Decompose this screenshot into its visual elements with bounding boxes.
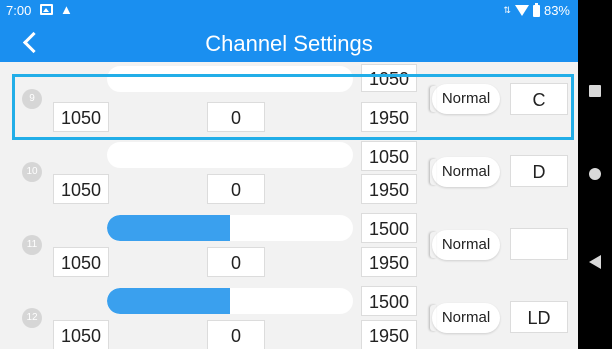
nav-back-icon[interactable] bbox=[589, 255, 601, 269]
channel-row-9: 1050 9 Normal C 1050 0 1950 bbox=[0, 62, 578, 134]
channel-row-11: 1500 11 Normal 1050 0 1950 bbox=[0, 211, 578, 283]
switch-field[interactable] bbox=[510, 228, 568, 260]
switch-field[interactable]: C bbox=[510, 83, 568, 115]
channel-bar[interactable] bbox=[107, 66, 353, 92]
channel-number: 10 bbox=[22, 162, 42, 182]
min-value-field[interactable]: 1050 bbox=[53, 247, 109, 277]
image-notification-icon bbox=[40, 4, 53, 15]
mode-button[interactable]: Normal bbox=[432, 157, 500, 187]
min-value-field[interactable]: 1050 bbox=[53, 320, 109, 349]
channel-list: 1050 9 Normal C 1050 0 1950 1050 10 Norm… bbox=[0, 62, 578, 349]
min-value-field[interactable]: 1050 bbox=[53, 174, 109, 204]
max-value-field[interactable]: 1950 bbox=[361, 102, 417, 132]
status-time: 7:00 bbox=[6, 3, 32, 18]
min-value-field[interactable]: 1050 bbox=[53, 102, 109, 132]
header: Channel Settings bbox=[0, 22, 578, 62]
channel-bar[interactable] bbox=[107, 215, 353, 241]
center-value-field[interactable]: 0 bbox=[207, 247, 265, 277]
home-icon[interactable] bbox=[589, 168, 601, 180]
battery-level: 83% bbox=[543, 3, 570, 18]
switch-field[interactable]: LD bbox=[510, 301, 568, 333]
channel-number: 11 bbox=[22, 235, 42, 255]
max-value-field[interactable]: 1950 bbox=[361, 174, 417, 204]
upper-value-field[interactable]: 1050 bbox=[361, 141, 417, 171]
channel-row-10: 1050 10 Normal D 1050 0 1950 bbox=[0, 138, 578, 210]
app-bar: 7:00 ▲ ⇅ 83% Channel Settings bbox=[0, 0, 578, 62]
channel-row-12: 1500 12 Normal LD 1050 0 1950 bbox=[0, 284, 578, 349]
center-value-field[interactable]: 0 bbox=[207, 102, 265, 132]
recents-icon[interactable] bbox=[589, 85, 601, 97]
system-nav-bar bbox=[578, 0, 612, 349]
channel-bar[interactable] bbox=[107, 288, 353, 314]
page-title: Channel Settings bbox=[205, 31, 373, 56]
center-value-field[interactable]: 0 bbox=[207, 320, 265, 349]
channel-bar[interactable] bbox=[107, 142, 353, 168]
mode-button[interactable]: Normal bbox=[432, 230, 500, 260]
channel-number: 12 bbox=[22, 308, 42, 328]
upper-value-field[interactable]: 1500 bbox=[361, 286, 417, 316]
warning-icon: ▲ bbox=[60, 2, 73, 17]
status-bar: 7:00 ▲ ⇅ 83% bbox=[0, 0, 578, 22]
mode-button[interactable]: Normal bbox=[432, 303, 500, 333]
center-value-field[interactable]: 0 bbox=[207, 174, 265, 204]
wifi-icon bbox=[514, 5, 529, 16]
upper-value-field[interactable]: 1500 bbox=[361, 213, 417, 243]
channel-bar-fill bbox=[107, 215, 230, 241]
channel-number: 9 bbox=[22, 89, 42, 109]
battery-icon bbox=[532, 2, 540, 17]
max-value-field[interactable]: 1950 bbox=[361, 320, 417, 349]
upper-value-field[interactable]: 1050 bbox=[361, 64, 417, 92]
channel-bar-fill bbox=[107, 288, 230, 314]
status-right: ⇅ 83% bbox=[503, 2, 570, 18]
data-arrows-icon: ⇅ bbox=[503, 5, 511, 15]
back-button[interactable] bbox=[18, 28, 42, 56]
mode-button[interactable]: Normal bbox=[432, 84, 500, 114]
max-value-field[interactable]: 1950 bbox=[361, 247, 417, 277]
switch-field[interactable]: D bbox=[510, 155, 568, 187]
